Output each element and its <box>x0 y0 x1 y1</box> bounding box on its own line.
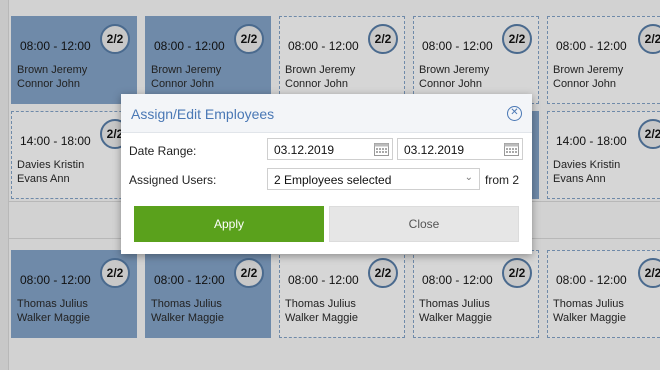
shift-tile[interactable]: 14:00 - 18:00 2/2 Davies Kristin Evans A… <box>11 111 137 199</box>
shift-tile[interactable]: 08:00 - 12:00 2/2 Brown Jeremy Connor Jo… <box>279 16 405 104</box>
employee-name: Connor John <box>151 78 214 90</box>
employee-name: Walker Maggie <box>151 312 224 324</box>
staffing-badge: 2/2 <box>638 119 660 149</box>
left-strip <box>0 0 9 370</box>
shift-tile[interactable]: 08:00 - 12:00 2/2 Thomas Julius Walker M… <box>145 250 271 338</box>
staffing-badge: 2/2 <box>638 24 660 54</box>
date-from-input[interactable]: 03.12.2019 <box>267 138 393 160</box>
employee-name: Thomas Julius <box>419 298 490 310</box>
shift-tile[interactable]: 08:00 - 12:00 2/2 Thomas Julius Walker M… <box>413 250 539 338</box>
shift-time: 08:00 - 12:00 <box>422 39 493 53</box>
employee-name: Connor John <box>285 78 348 90</box>
employee-name: Connor John <box>419 78 482 90</box>
employee-name: Connor John <box>17 78 80 90</box>
calendar-icon[interactable] <box>504 142 519 156</box>
date-to-input[interactable]: 03.12.2019 <box>397 138 523 160</box>
shift-time: 08:00 - 12:00 <box>556 273 627 287</box>
shift-time: 08:00 - 12:00 <box>154 39 225 53</box>
shift-tile[interactable]: 08:00 - 12:00 2/2 Thomas Julius Walker M… <box>279 250 405 338</box>
from-count: from 2 <box>485 173 520 187</box>
assigned-users-label: Assigned Users: <box>129 173 217 187</box>
staffing-badge: 2/2 <box>100 24 130 54</box>
assigned-users-select[interactable]: 2 Employees selected ⌄ <box>267 168 480 190</box>
employee-name: Walker Maggie <box>553 312 626 324</box>
close-icon[interactable]: ✕ <box>507 106 522 121</box>
employee-name: Walker Maggie <box>17 312 90 324</box>
staffing-badge: 2/2 <box>368 258 398 288</box>
shift-tile[interactable]: 08:00 - 12:00 2/2 Brown Jeremy Connor Jo… <box>547 16 660 104</box>
apply-button[interactable]: Apply <box>134 206 324 242</box>
staffing-badge: 2/2 <box>100 258 130 288</box>
shift-tile[interactable]: 08:00 - 12:00 2/2 Brown Jeremy Connor Jo… <box>145 16 271 104</box>
employee-name: Walker Maggie <box>419 312 492 324</box>
shift-time: 08:00 - 12:00 <box>556 39 627 53</box>
employee-name: Evans Ann <box>553 173 606 185</box>
shift-time: 08:00 - 12:00 <box>20 39 91 53</box>
chevron-down-icon: ⌄ <box>464 172 473 183</box>
employee-name: Thomas Julius <box>553 298 624 310</box>
shift-time: 08:00 - 12:00 <box>288 39 359 53</box>
employee-name: Thomas Julius <box>285 298 356 310</box>
shift-time: 14:00 - 18:00 <box>20 134 91 148</box>
date-to-value: 03.12.2019 <box>404 143 465 157</box>
shift-tile[interactable]: 14:00 - 18:00 2/2 Davies Kristin Evans A… <box>547 111 660 199</box>
employee-name: Evans Ann <box>17 173 70 185</box>
employee-name: Brown Jeremy <box>285 64 356 76</box>
staffing-badge: 2/2 <box>638 258 660 288</box>
close-button[interactable]: Close <box>329 206 519 242</box>
shift-tile[interactable]: 08:00 - 12:00 2/2 Brown Jeremy Connor Jo… <box>413 16 539 104</box>
employee-name: Brown Jeremy <box>17 64 88 76</box>
employee-name: Brown Jeremy <box>553 64 624 76</box>
employee-name: Davies Kristin <box>553 159 621 171</box>
dialog-header: Assign/Edit Employees ✕ <box>121 94 532 133</box>
employee-name: Walker Maggie <box>285 312 358 324</box>
shift-tile[interactable]: 08:00 - 12:00 2/2 Thomas Julius Walker M… <box>547 250 660 338</box>
shift-tile[interactable]: 08:00 - 12:00 2/2 Brown Jeremy Connor Jo… <box>11 16 137 104</box>
date-range-label: Date Range: <box>129 144 197 158</box>
shift-time: 08:00 - 12:00 <box>422 273 493 287</box>
calendar-icon[interactable] <box>374 142 389 156</box>
date-from-value: 03.12.2019 <box>274 143 335 157</box>
shift-time: 14:00 - 18:00 <box>556 134 627 148</box>
employee-name: Connor John <box>553 78 616 90</box>
staffing-badge: 2/2 <box>234 24 264 54</box>
dialog-title: Assign/Edit Employees <box>131 106 275 122</box>
shift-tile[interactable]: 08:00 - 12:00 2/2 Thomas Julius Walker M… <box>11 250 137 338</box>
shift-time: 08:00 - 12:00 <box>20 273 91 287</box>
shift-time: 08:00 - 12:00 <box>288 273 359 287</box>
staffing-badge: 2/2 <box>502 258 532 288</box>
staffing-badge: 2/2 <box>234 258 264 288</box>
staffing-badge: 2/2 <box>502 24 532 54</box>
shift-time: 08:00 - 12:00 <box>154 273 225 287</box>
assigned-users-value: 2 Employees selected <box>274 173 392 187</box>
employee-name: Thomas Julius <box>17 298 88 310</box>
assign-employees-dialog: Assign/Edit Employees ✕ Date Range: 03.1… <box>121 94 532 254</box>
employee-name: Davies Kristin <box>17 159 85 171</box>
staffing-badge: 2/2 <box>368 24 398 54</box>
employee-name: Thomas Julius <box>151 298 222 310</box>
employee-name: Brown Jeremy <box>419 64 490 76</box>
employee-name: Brown Jeremy <box>151 64 222 76</box>
